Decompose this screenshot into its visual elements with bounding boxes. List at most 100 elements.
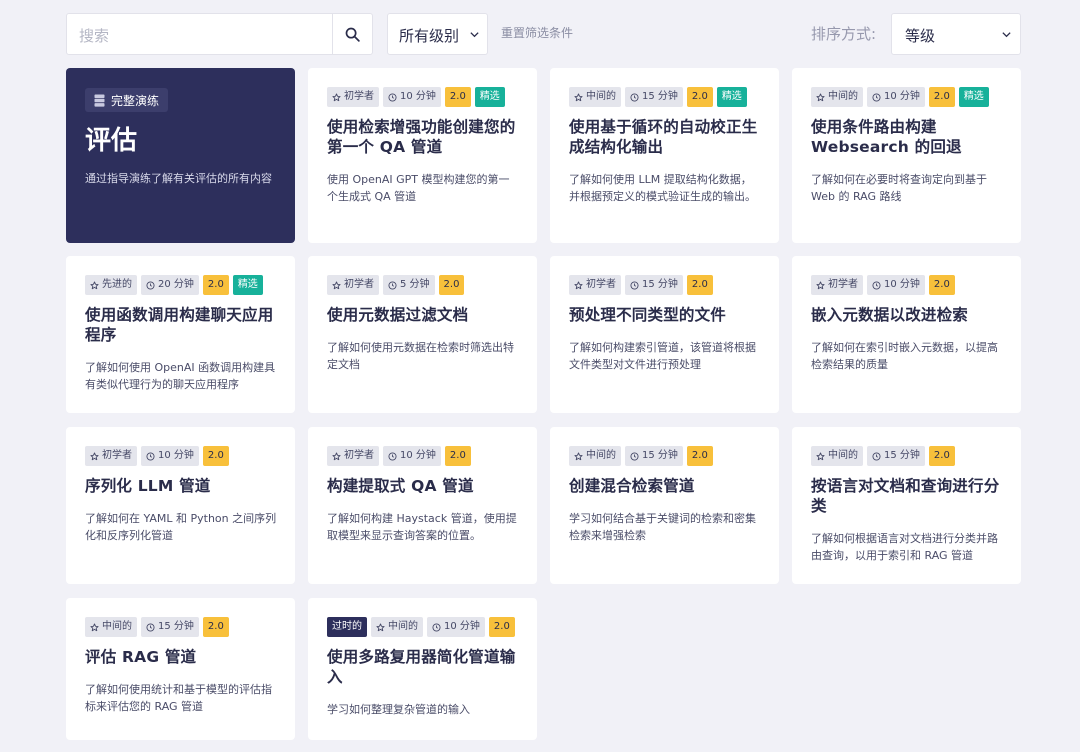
card-badges: 初学者 15 分钟 2.0 [569, 275, 761, 295]
card-description: 学习如何整理复杂管道的输入 [327, 703, 470, 716]
card-description: 了解如何使用统计和基于模型的评估指标来评估您的 RAG 管道 [85, 683, 272, 713]
duration-badge: 15 分钟 [141, 617, 199, 637]
outdated-badge: 过时的 [327, 617, 367, 637]
hero-card-evaluation[interactable]: 完整演练 评估 通过指导演练了解有关评估的所有内容 [66, 68, 295, 243]
search-box[interactable]: 搜索 [66, 13, 373, 55]
tutorial-card[interactable]: 中间的 15 分钟 2.0 评估 RAG 管道 了解如何使用统计和基于模型的评估指标来评… [66, 598, 295, 740]
chevron-down-icon [1002, 32, 1011, 38]
clock-icon [872, 280, 881, 290]
star-icon [816, 451, 825, 460]
tutorial-card[interactable]: 过时的 中间的 10 分钟 2.0 使用多路复用器简化管道输入 学习如何整理复杂管道的输入 [308, 598, 537, 740]
level-badge: 初学者 [327, 275, 379, 295]
tutorial-card[interactable]: 初学者 10 分钟 2.0 嵌入元数据以改进检索 了解如何在索引时嵌入元数据，以提高检索… [792, 256, 1021, 413]
duration-badge-label: 10 分钟 [884, 91, 920, 102]
level-badge: 初学者 [569, 275, 621, 295]
card-title: 预处理不同类型的文件 [569, 306, 727, 324]
level-badge-label: 中间的 [586, 91, 616, 102]
star-icon [816, 92, 825, 101]
duration-badge: 15 分钟 [625, 275, 683, 295]
card-title: 嵌入元数据以改进检索 [811, 306, 969, 324]
featured-badge: 精选 [958, 87, 989, 107]
card-description: 学习如何结合基于关键词的检索和密集检索来增强检索 [569, 512, 756, 542]
tutorial-card[interactable]: 初学者 10 分钟 2.0 序列化 LLM 管道 了解如何在 YAML 和 Python… [66, 427, 295, 584]
card-badges: 中间的 10 分钟 2.0 精选 [811, 87, 1003, 107]
duration-badge: 15 分钟 [625, 446, 683, 466]
card-badges: 初学者 5 分钟 2.0 [327, 275, 519, 295]
level-badge: 初学者 [85, 446, 137, 466]
tutorial-card[interactable]: 初学者 10 分钟 2.0 构建提取式 QA 管道 了解如何构建 Haystack 管道… [308, 427, 537, 584]
level-badge: 先进的 [85, 275, 137, 295]
star-icon [90, 451, 99, 460]
tutorial-card[interactable]: 初学者 15 分钟 2.0 预处理不同类型的文件 了解如何构建索引管道，该管道将根据文件… [550, 256, 779, 413]
card-description: 了解如何在索引时嵌入元数据，以提高检索结果的质量 [811, 341, 998, 371]
card-badges: 过时的 中间的 10 分钟 2.0 [327, 617, 519, 637]
card-description: 了解如何构建索引管道，该管道将根据文件类型对文件进行预处理 [569, 341, 756, 371]
hero-description: 通过指导演练了解有关评估的所有内容 [85, 172, 272, 185]
level-badge: 中间的 [85, 617, 137, 637]
card-badges: 中间的 15 分钟 2.0 精选 [569, 87, 761, 107]
tutorial-card[interactable]: 先进的 20 分钟 2.0 精选 使用函数调用构建聊天应用程序 了解如何使用 OpenAI… [66, 256, 295, 413]
duration-badge: 15 分钟 [625, 87, 683, 107]
level-badge-label: 中间的 [828, 91, 858, 102]
tutorial-card[interactable]: 中间的 15 分钟 2.0 按语言对文档和查询进行分类 了解如何根据语言对文档进行分类并… [792, 427, 1021, 584]
tutorial-card[interactable]: 中间的 10 分钟 2.0 精选 使用条件路由构建 Websearch 的回退 了解如何在… [792, 68, 1021, 243]
duration-badge: 10 分钟 [141, 446, 199, 466]
level-badge-label: 初学者 [102, 450, 132, 461]
duration-badge-label: 20 分钟 [158, 279, 194, 290]
card-badges: 中间的 15 分钟 2.0 [811, 446, 1003, 466]
server-icon [94, 94, 105, 107]
version-badge: 2.0 [928, 446, 955, 466]
tutorial-card[interactable]: 初学者 5 分钟 2.0 使用元数据过滤文档 了解如何使用元数据在检索时筛选出特定文档 [308, 256, 537, 413]
card-badges: 中间的 15 分钟 2.0 [85, 617, 277, 637]
duration-badge-label: 10 分钟 [158, 450, 194, 461]
search-icon [345, 27, 360, 42]
star-icon [332, 92, 341, 101]
tutorial-card[interactable]: 初学者 10 分钟 2.0 精选 使用检索增强功能创建您的第一个 QA 管道 使用 Ope… [308, 68, 537, 243]
walkthrough-tag-label: 完整演练 [111, 93, 160, 108]
sort-select[interactable]: 等级 [891, 13, 1021, 55]
clock-icon [432, 622, 441, 632]
search-button[interactable] [332, 14, 372, 54]
level-select-value: 所有级别 [399, 27, 460, 45]
duration-badge: 10 分钟 [383, 87, 441, 107]
duration-badge-label: 5 分钟 [400, 279, 430, 290]
version-badge: 2.0 [928, 87, 955, 107]
card-badges: 初学者 10 分钟 2.0 [327, 446, 519, 466]
card-title: 序列化 LLM 管道 [85, 477, 211, 495]
filter-bar: 搜索 所有级别 重置筛选条件 排序方式: 等级 [0, 0, 1080, 68]
featured-badge: 精选 [716, 87, 747, 107]
card-title: 构建提取式 QA 管道 [327, 477, 474, 495]
card-title: 按语言对文档和查询进行分类 [811, 477, 1000, 515]
clock-icon [146, 451, 155, 461]
level-badge: 初学者 [327, 87, 379, 107]
level-badge-label: 中间的 [828, 450, 858, 461]
duration-badge-label: 15 分钟 [884, 450, 920, 461]
card-title: 使用多路复用器简化管道输入 [327, 648, 516, 686]
version-badge: 2.0 [444, 87, 471, 107]
level-badge-label: 中间的 [388, 621, 418, 632]
card-title: 使用基于循环的自动校正生成结构化输出 [569, 118, 758, 156]
clock-icon [146, 622, 155, 632]
tutorial-card[interactable]: 中间的 15 分钟 2.0 创建混合检索管道 学习如何结合基于关键词的检索和密集检索来增… [550, 427, 779, 584]
star-icon [332, 280, 341, 289]
card-description: 使用 OpenAI GPT 模型构建您的第一个生成式 QA 管道 [327, 173, 510, 203]
duration-badge: 10 分钟 [867, 275, 925, 295]
reset-filters-link[interactable]: 重置筛选条件 [501, 24, 573, 41]
level-badge: 中间的 [811, 446, 863, 466]
search-input[interactable]: 搜索 [79, 25, 109, 46]
version-badge: 2.0 [202, 446, 229, 466]
duration-badge: 10 分钟 [383, 446, 441, 466]
card-badges: 初学者 10 分钟 2.0 精选 [327, 87, 519, 107]
tutorial-card[interactable]: 中间的 15 分钟 2.0 精选 使用基于循环的自动校正生成结构化输出 了解如何使用 LL… [550, 68, 779, 243]
star-icon [90, 622, 99, 631]
level-badge-label: 初学者 [586, 279, 616, 290]
level-badge-label: 中间的 [102, 621, 132, 632]
sort-label: 排序方式: [811, 25, 877, 43]
version-badge: 2.0 [438, 275, 465, 295]
card-description: 了解如何使用 LLM 提取结构化数据，并根据预定义的模式验证生成的输出。 [569, 173, 756, 203]
clock-icon [388, 451, 397, 461]
clock-icon [146, 280, 155, 290]
level-select[interactable]: 所有级别 [387, 13, 488, 55]
clock-icon [388, 92, 397, 102]
clock-icon [630, 451, 639, 461]
